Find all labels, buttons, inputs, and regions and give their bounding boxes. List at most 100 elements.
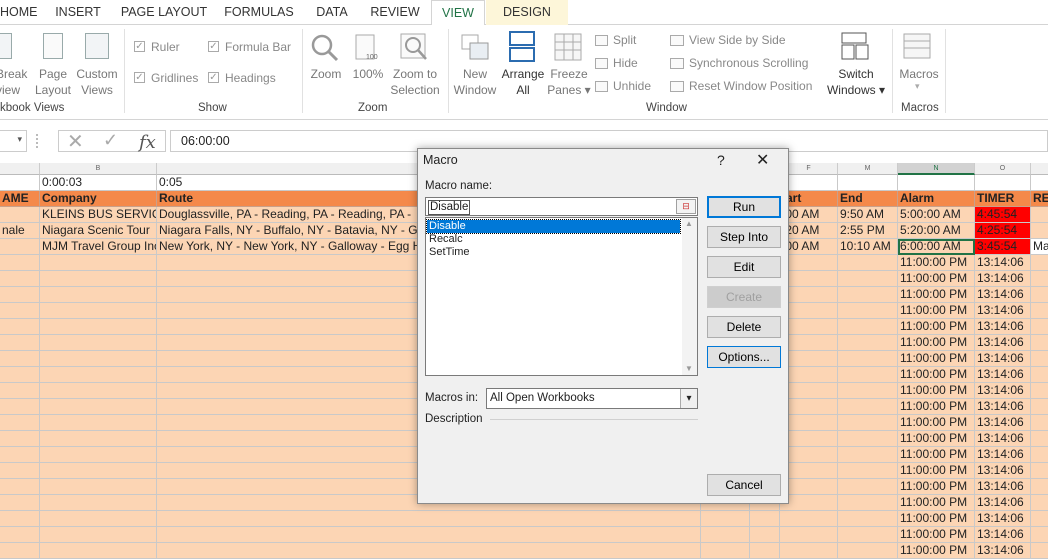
cell-timer[interactable]: 13:14:06 xyxy=(975,351,1031,367)
cell[interactable] xyxy=(1031,447,1048,463)
cell[interactable] xyxy=(1031,479,1048,495)
cell[interactable] xyxy=(0,287,40,303)
new-window-button[interactable]: New Window xyxy=(452,66,498,98)
cell[interactable] xyxy=(40,511,157,527)
scroll-down-icon[interactable]: ▼ xyxy=(685,364,693,373)
cell[interactable] xyxy=(975,175,1031,191)
cell[interactable] xyxy=(780,543,838,559)
tab-page-layout[interactable]: PAGE LAYOUT xyxy=(116,0,212,25)
cell[interactable] xyxy=(40,495,157,511)
hide-button[interactable]: Hide xyxy=(613,55,638,71)
cell[interactable] xyxy=(0,303,40,319)
cell[interactable] xyxy=(40,271,157,287)
cell-timer[interactable]: 4:25:54 xyxy=(975,223,1031,239)
header-company[interactable]: Company xyxy=(40,191,157,207)
cell-timer[interactable]: 13:14:06 xyxy=(975,431,1031,447)
cell-a[interactable] xyxy=(0,207,40,223)
cell[interactable] xyxy=(0,271,40,287)
tab-design[interactable]: DESIGN xyxy=(486,0,568,25)
cell[interactable] xyxy=(780,511,838,527)
cell[interactable] xyxy=(838,479,898,495)
cell-timer[interactable]: 13:14:06 xyxy=(975,479,1031,495)
cell-extra[interactable] xyxy=(1031,207,1048,223)
name-box-dropdown-icon[interactable]: ▾ xyxy=(17,134,22,145)
step-into-button[interactable]: Step Into xyxy=(707,226,781,248)
cell-alarm[interactable]: 11:00:00 PM xyxy=(898,287,975,303)
cell[interactable] xyxy=(0,351,40,367)
cell[interactable] xyxy=(1031,415,1048,431)
cell-alarm[interactable]: 11:00:00 PM xyxy=(898,303,975,319)
cell-alarm[interactable]: 11:00:00 PM xyxy=(898,495,975,511)
header-a[interactable]: AME xyxy=(0,191,40,207)
column-header[interactable] xyxy=(1031,163,1048,175)
cell[interactable] xyxy=(1031,287,1048,303)
cell[interactable] xyxy=(838,495,898,511)
cell-alarm[interactable]: 11:00:00 PM xyxy=(898,335,975,351)
cell[interactable] xyxy=(1031,335,1048,351)
cell-end[interactable]: 2:55 PM xyxy=(838,223,898,239)
cell[interactable] xyxy=(40,447,157,463)
close-icon[interactable]: ✕ xyxy=(756,150,769,170)
cell-timer[interactable]: 13:14:06 xyxy=(975,511,1031,527)
cell[interactable] xyxy=(838,351,898,367)
cell[interactable] xyxy=(40,479,157,495)
cell[interactable] xyxy=(40,303,157,319)
cell[interactable] xyxy=(0,495,40,511)
cell[interactable] xyxy=(1031,527,1048,543)
cell-timer[interactable]: 13:14:06 xyxy=(975,335,1031,351)
cancel-button[interactable]: Cancel xyxy=(707,474,781,496)
cell[interactable] xyxy=(40,415,157,431)
cell-alarm[interactable]: 11:00:00 PM xyxy=(898,383,975,399)
zoom-100-button[interactable]: 100% xyxy=(350,66,386,82)
insert-function-icon[interactable]: fx xyxy=(139,132,156,153)
cell-alarm[interactable]: 11:00:00 PM xyxy=(898,367,975,383)
cell[interactable] xyxy=(0,415,40,431)
cell[interactable] xyxy=(157,527,701,543)
cell[interactable] xyxy=(1031,543,1048,559)
column-header-b[interactable]: B xyxy=(40,163,157,175)
cell[interactable] xyxy=(0,527,40,543)
cell-alarm[interactable]: 11:00:00 PM xyxy=(898,271,975,287)
cell-timer[interactable]: 13:14:06 xyxy=(975,367,1031,383)
cell[interactable] xyxy=(838,255,898,271)
cell[interactable] xyxy=(1031,511,1048,527)
cell[interactable] xyxy=(838,415,898,431)
cell-alarm[interactable]: 11:00:00 PM xyxy=(898,319,975,335)
cell-a[interactable]: nale xyxy=(0,223,40,239)
cell[interactable] xyxy=(750,543,780,559)
cell[interactable] xyxy=(0,175,40,191)
cell-alarm[interactable]: 6:00:00 AM xyxy=(898,239,975,255)
cell-alarm[interactable]: 11:00:00 PM xyxy=(898,255,975,271)
cell-timer[interactable]: 13:14:06 xyxy=(975,303,1031,319)
cell[interactable] xyxy=(1031,271,1048,287)
column-header-m[interactable]: M xyxy=(838,163,898,175)
cell-alarm[interactable]: 5:20:00 AM xyxy=(898,223,975,239)
cell[interactable] xyxy=(1031,175,1048,191)
cell-timer[interactable]: 13:14:06 xyxy=(975,495,1031,511)
cell[interactable] xyxy=(838,175,898,191)
cancel-entry-icon[interactable]: ✕ xyxy=(67,129,84,154)
ruler-checkbox[interactable]: ✓ xyxy=(134,41,145,52)
cell[interactable] xyxy=(838,543,898,559)
cell[interactable] xyxy=(0,479,40,495)
header-alarm[interactable]: Alarm xyxy=(898,191,975,207)
cell-company[interactable]: KLEINS BUS SERVIC xyxy=(40,207,157,223)
cell[interactable] xyxy=(40,351,157,367)
cell-alarm[interactable]: 11:00:00 PM xyxy=(898,415,975,431)
cell[interactable] xyxy=(838,319,898,335)
cell[interactable] xyxy=(838,367,898,383)
cell-timer[interactable]: 13:14:06 xyxy=(975,271,1031,287)
tab-review[interactable]: REVIEW xyxy=(364,0,426,25)
cell[interactable] xyxy=(40,527,157,543)
cell[interactable] xyxy=(1031,319,1048,335)
cell-timer[interactable]: 13:14:06 xyxy=(975,543,1031,559)
cell-timer[interactable]: 13:14:06 xyxy=(975,319,1031,335)
cell[interactable] xyxy=(0,319,40,335)
cell[interactable] xyxy=(838,463,898,479)
cell[interactable] xyxy=(1031,383,1048,399)
cell[interactable] xyxy=(0,447,40,463)
switch-windows-button[interactable]: Switch Windows ▾ xyxy=(826,66,886,98)
cell[interactable] xyxy=(40,463,157,479)
header-re[interactable]: RE xyxy=(1031,191,1048,207)
macros-button[interactable]: Macros xyxy=(895,66,943,82)
